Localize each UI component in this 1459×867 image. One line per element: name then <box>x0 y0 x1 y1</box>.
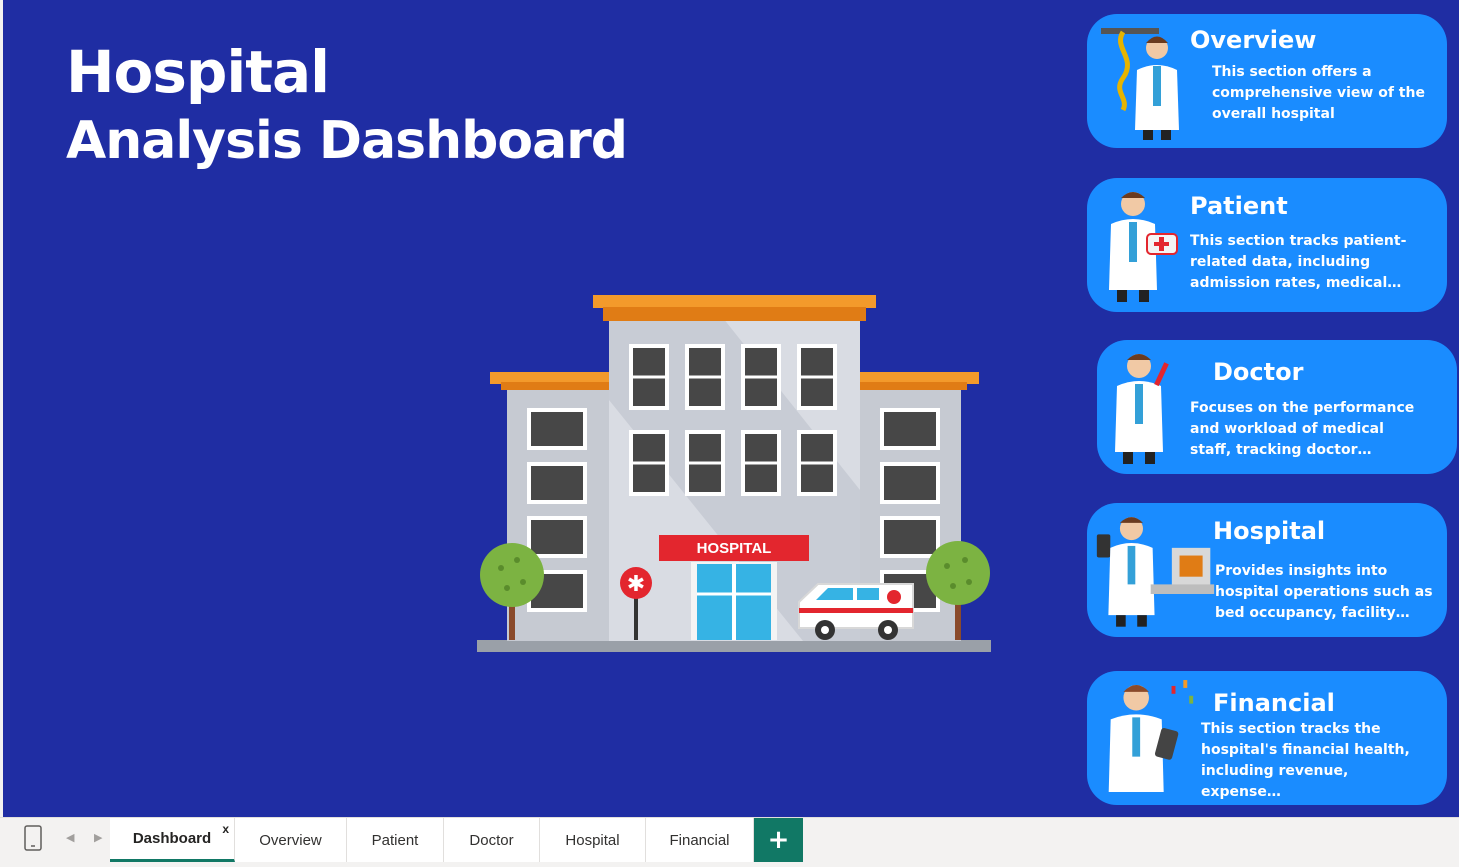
hospital-building-illustration: HOSPITAL ✱ <box>477 295 991 652</box>
card-title: Hospital <box>1213 517 1326 545</box>
overview-card[interactable]: Overview This section offers a comprehen… <box>1087 14 1447 148</box>
title-line-2: Analysis Dashboard <box>66 110 628 171</box>
tab-label: Hospital <box>565 831 620 849</box>
close-tab-icon[interactable]: x <box>222 822 229 836</box>
add-page-button[interactable]: + <box>754 818 803 862</box>
card-description: Provides insights into hospital operatio… <box>1215 563 1433 621</box>
scroll-left-icon[interactable]: ◀ <box>66 831 74 844</box>
card-description: This section offers a comprehensive view… <box>1212 64 1425 122</box>
tab-financial[interactable]: Financial <box>646 818 754 862</box>
svg-text:✱: ✱ <box>627 572 645 597</box>
hospital-sign-text: HOSPITAL <box>697 540 772 557</box>
doctor-clipboard-icon <box>1108 680 1194 792</box>
tab-label: Overview <box>259 831 322 849</box>
financial-card[interactable]: Financial This section tracks the hospit… <box>1087 671 1447 805</box>
doctor-hospital-bed-icon <box>1096 517 1215 627</box>
doctor-caduceus-icon <box>1101 28 1179 140</box>
tab-patient[interactable]: Patient <box>347 818 444 862</box>
tab-label: Doctor <box>469 831 514 849</box>
tab-doctor[interactable]: Doctor <box>444 818 540 862</box>
tab-label: Dashboard <box>132 830 212 847</box>
doctor-syringe-icon <box>1115 354 1169 464</box>
tab-hospital[interactable]: Hospital <box>540 818 646 862</box>
tab-label: Financial <box>669 831 730 849</box>
card-description: Focuses on the performance and workload … <box>1190 400 1415 458</box>
doctor-first-aid-icon <box>1109 192 1178 302</box>
scroll-right-icon[interactable]: ▶ <box>94 831 102 844</box>
tab-overview[interactable]: Overview <box>235 818 347 862</box>
page-tab-bar: ◀ ▶ Dashboard x Overview Patient Doctor … <box>0 817 1459 867</box>
mobile-layout-icon[interactable] <box>24 825 42 851</box>
patient-card[interactable]: Patient This section tracks patient-rela… <box>1087 178 1447 312</box>
page-title: Hospital Analysis Dashboard <box>66 36 628 174</box>
card-title: Doctor <box>1213 358 1304 386</box>
tab-dashboard[interactable]: Dashboard x <box>110 818 235 862</box>
card-description: This section tracks patient-related data… <box>1190 233 1407 291</box>
card-title: Financial <box>1213 689 1335 717</box>
title-line-1: Hospital <box>66 38 330 106</box>
tab-label: Patient <box>371 831 419 849</box>
hospital-card[interactable]: Hospital Provides insights into hospital… <box>1087 503 1447 637</box>
report-canvas: Hospital Analysis Dashboard HOSPITAL ✱ O… <box>3 0 1459 817</box>
doctor-card[interactable]: Doctor Focuses on the performance and wo… <box>1097 340 1457 474</box>
card-title: Overview <box>1190 26 1317 54</box>
card-description: This section tracks the hospital's finan… <box>1201 721 1410 800</box>
card-title: Patient <box>1190 192 1288 220</box>
